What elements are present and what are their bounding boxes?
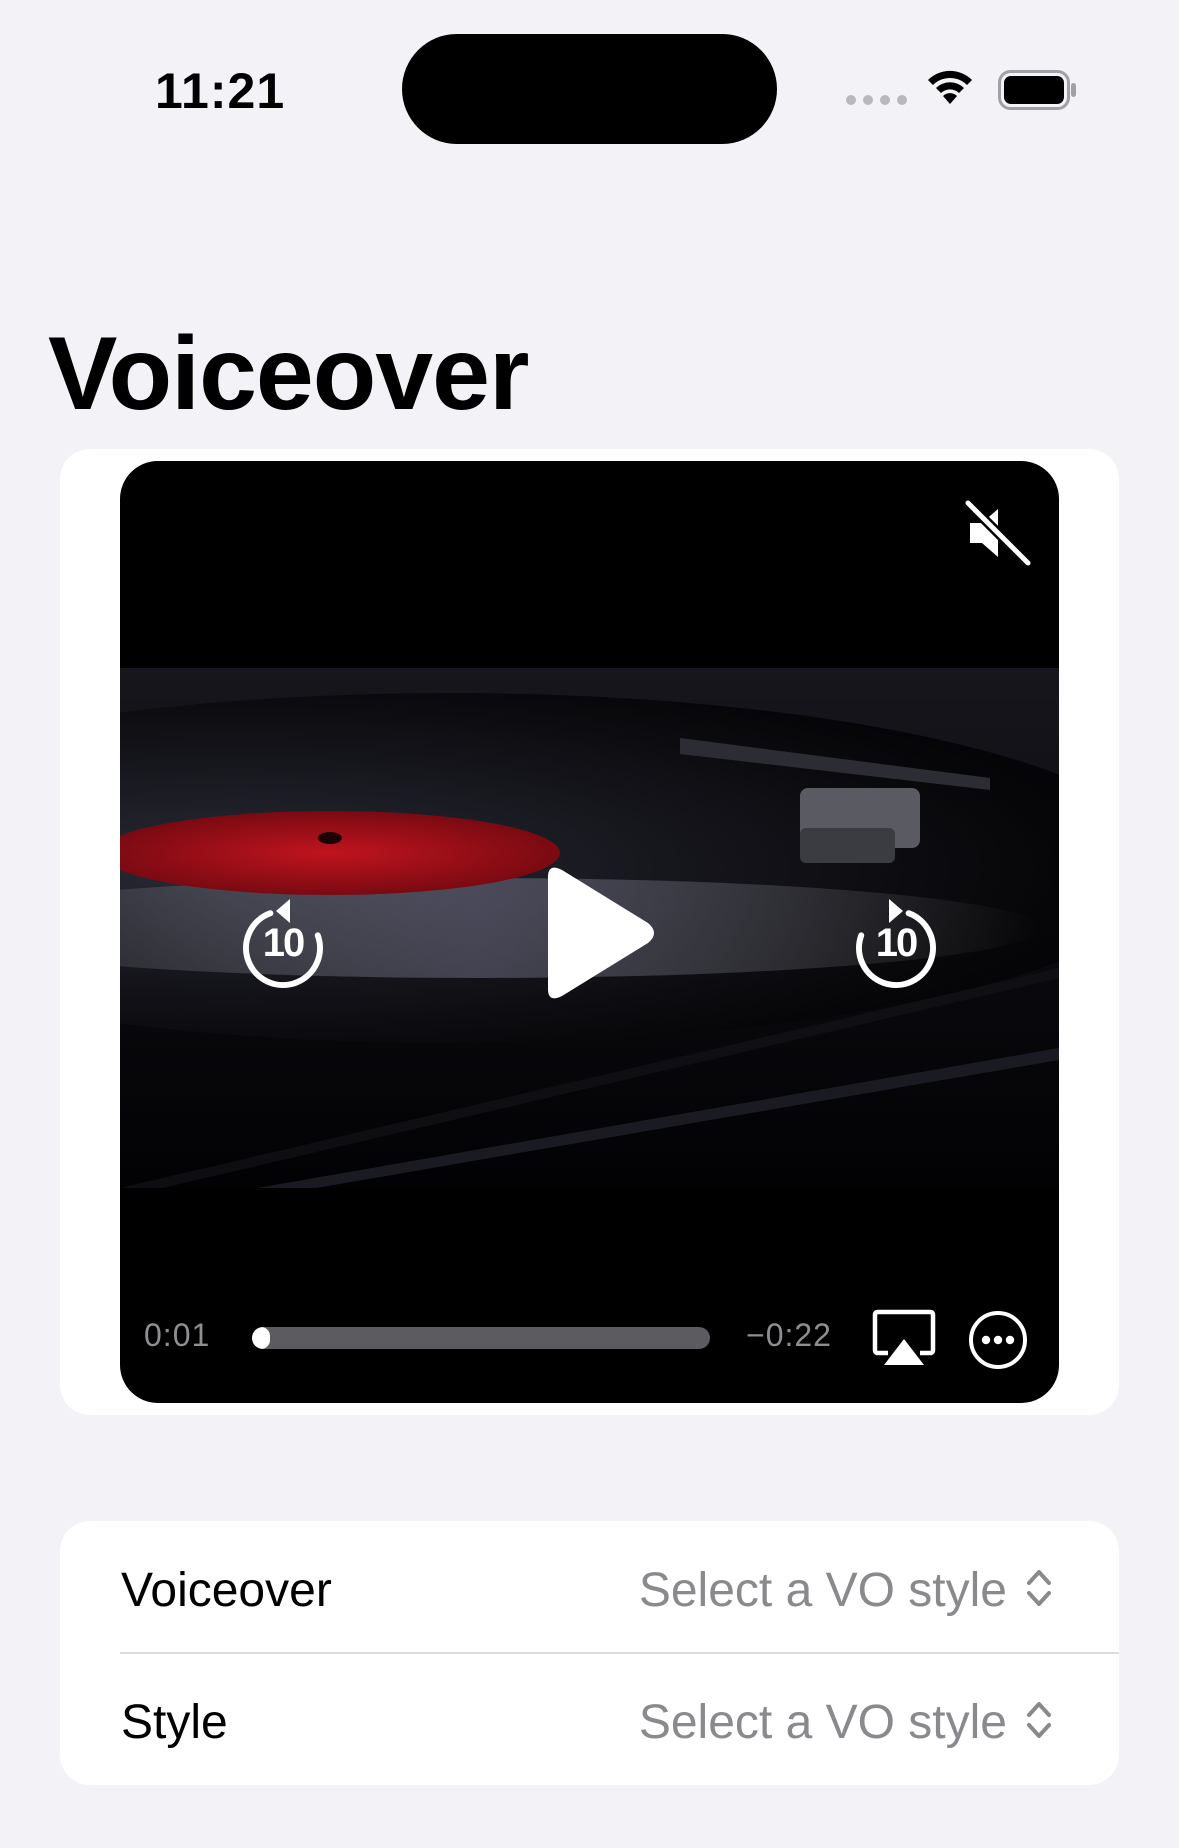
ellipsis-circle-icon[interactable] — [968, 1310, 1028, 1370]
airplay-icon[interactable] — [872, 1309, 936, 1369]
page-title: Voiceover — [48, 316, 529, 432]
chevron-up-down-icon — [1027, 1702, 1051, 1738]
voiceover-picker-row[interactable]: Voiceover Select a VO style — [60, 1521, 1119, 1654]
speaker-muted-icon[interactable] — [962, 497, 1034, 569]
video-player[interactable]: 10 10 0:01 −0:22 — [120, 461, 1059, 1403]
play-icon[interactable] — [528, 863, 658, 1003]
chevron-up-down-icon — [1027, 1570, 1051, 1606]
wifi-icon — [928, 70, 972, 104]
style-picker-row[interactable]: Style Select a VO style — [60, 1653, 1119, 1785]
battery-icon — [998, 70, 1076, 110]
time-remaining: −0:22 — [746, 1317, 832, 1353]
scrubber-progress — [252, 1327, 271, 1349]
voiceover-value[interactable]: Select a VO style — [639, 1563, 1007, 1618]
settings-form: Voiceover Select a VO style Style Select… — [60, 1521, 1119, 1785]
time-elapsed: 0:01 — [144, 1317, 211, 1353]
playback-scrubber[interactable] — [252, 1327, 710, 1349]
skip-back-seconds: 10 — [262, 921, 306, 965]
style-label: Style — [121, 1696, 228, 1749]
status-time: 11:21 — [155, 63, 286, 119]
voiceover-label: Voiceover — [121, 1564, 332, 1617]
dynamic-island — [402, 34, 777, 144]
style-value[interactable]: Select a VO style — [639, 1695, 1007, 1750]
skip-back-10-button[interactable]: 10 — [236, 891, 330, 991]
skip-forward-10-button[interactable]: 10 — [849, 891, 943, 991]
screen: 11:21 Voiceover 10 10 0:01 −0:22 Voiceov… — [0, 0, 1179, 1848]
cellular-signal-icon — [846, 95, 907, 105]
skip-forward-seconds: 10 — [875, 921, 919, 965]
